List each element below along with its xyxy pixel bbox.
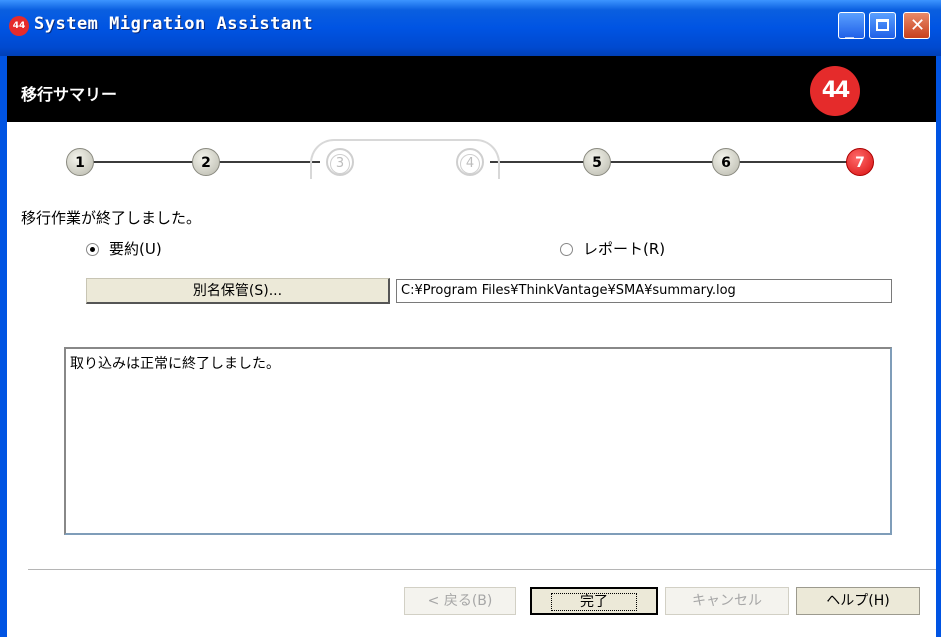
- step-2: 2: [192, 148, 220, 176]
- page-title: 移行サマリー: [21, 85, 118, 104]
- close-icon: ✕: [910, 15, 926, 36]
- finish-button-label: 完了: [551, 593, 637, 611]
- window-frame-left: [0, 56, 7, 637]
- step-6: 6: [712, 148, 740, 176]
- step-4: 4: [456, 148, 484, 176]
- page-header: 移行サマリー 44: [7, 56, 936, 122]
- radio-report[interactable]: レポート(R): [560, 238, 665, 259]
- step-4-label: 4: [460, 154, 480, 174]
- step-5: 5: [583, 148, 611, 176]
- summary-log-textarea[interactable]: 取り込みは正常に終了しました。: [64, 347, 892, 535]
- log-path-field[interactable]: C:¥Program Files¥ThinkVantage¥SMA¥summar…: [396, 279, 892, 303]
- maximize-button[interactable]: [869, 12, 896, 39]
- finish-button[interactable]: 完了: [530, 587, 658, 615]
- completion-message: 移行作業が終了しました。: [21, 209, 202, 227]
- close-button[interactable]: ✕: [903, 12, 930, 39]
- step-3-label: 3: [330, 154, 350, 174]
- sma-logo-icon: 44: [810, 66, 860, 116]
- cancel-button[interactable]: キャンセル: [665, 587, 789, 615]
- radio-report-indicator[interactable]: [560, 243, 573, 256]
- footer-divider: [28, 569, 936, 571]
- step-3: 3: [326, 148, 354, 176]
- window-frame-right: [936, 56, 941, 637]
- minimize-icon: _: [845, 19, 854, 40]
- radio-report-label: レポート(R): [583, 240, 666, 258]
- back-button[interactable]: < 戻る(B): [404, 587, 516, 615]
- minimize-button[interactable]: _: [838, 12, 865, 39]
- help-button[interactable]: ヘルプ(H): [796, 587, 920, 615]
- step-connector: [490, 161, 860, 163]
- maximize-icon: [876, 19, 889, 31]
- sma-logo-icon: 44: [9, 16, 29, 36]
- step-7: 7: [846, 148, 874, 176]
- save-as-button[interactable]: 別名保管(S)...: [86, 278, 390, 304]
- window-title: System Migration Assistant: [34, 14, 314, 34]
- radio-summary[interactable]: 要約(U): [86, 238, 162, 259]
- radio-summary-indicator[interactable]: [86, 243, 99, 256]
- step-1: 1: [66, 148, 94, 176]
- radio-summary-label: 要約(U): [109, 240, 162, 258]
- title-bar[interactable]: 44 System Migration Assistant _ ✕: [0, 0, 941, 56]
- app-window: 44 System Migration Assistant _ ✕ 移行サマリー…: [0, 0, 941, 637]
